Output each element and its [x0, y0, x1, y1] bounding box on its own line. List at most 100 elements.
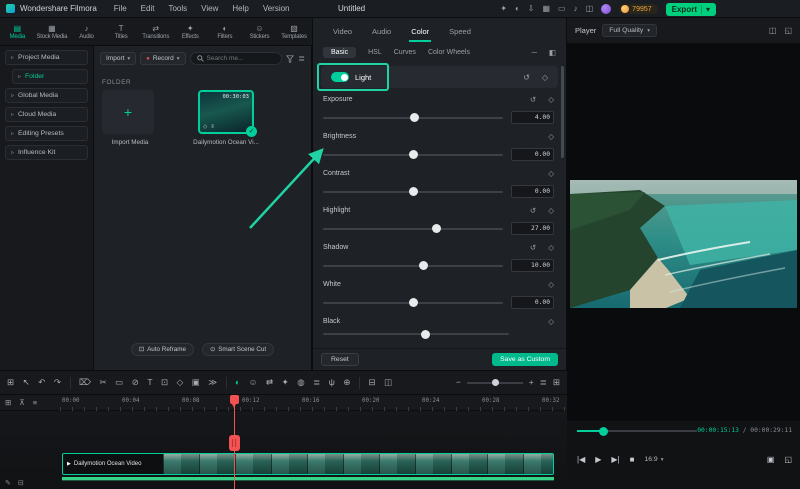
detach-player-icon[interactable]: ◱: [784, 26, 792, 35]
fit-timeline-icon[interactable]: ⊞: [553, 378, 560, 387]
split-screen-icon[interactable]: ⊟: [368, 378, 375, 387]
tab-stickers[interactable]: ☺ Stickers: [242, 24, 277, 40]
theme-icon[interactable]: ◐: [515, 5, 520, 13]
zoom-out-icon[interactable]: −: [456, 378, 461, 387]
export-button[interactable]: Export ▾: [665, 2, 716, 16]
slider-handle[interactable]: [410, 113, 420, 122]
keyframe-icon[interactable]: ◇: [548, 169, 554, 178]
tab-video[interactable]: Video: [333, 27, 352, 36]
delete-icon[interactable]: ⌦: [79, 378, 91, 387]
record-button[interactable]: ● Record ▾: [140, 52, 186, 65]
smart-scene-cut-button[interactable]: ⊙ Smart Scene Cut: [201, 343, 275, 356]
menu-view[interactable]: View: [201, 4, 218, 13]
quality-selector[interactable]: Full Quality ▾: [602, 24, 658, 37]
tab-filters[interactable]: ◐ Filters: [208, 24, 243, 40]
clip-filmstrip[interactable]: [163, 454, 553, 474]
auto-reframe-button[interactable]: ⊡ Auto Reframe: [130, 343, 194, 356]
keyframe-icon[interactable]: ◇: [548, 95, 554, 104]
download-icon[interactable]: ⇩: [528, 5, 535, 13]
menu-tools[interactable]: Tools: [168, 4, 187, 13]
filter-funnel-icon[interactable]: [286, 54, 295, 63]
dock-icon[interactable]: ◧: [549, 48, 556, 57]
play-icon[interactable]: ▶: [595, 455, 601, 464]
marker-icon[interactable]: ⊕: [343, 378, 350, 387]
subtab-hsl[interactable]: HSL: [368, 49, 382, 56]
tab-speed[interactable]: Speed: [449, 27, 471, 36]
keyframe-icon[interactable]: ◇: [177, 378, 184, 387]
sidebar-item-editing-presets[interactable]: ▹ Editing Presets: [5, 126, 88, 141]
pip-icon[interactable]: ⊡: [161, 378, 168, 387]
search-input[interactable]: [206, 55, 276, 62]
clip-tile[interactable]: 00:30:03 ◇ ⇩ ✓ Dailymotion Ocean Vi...: [193, 90, 259, 146]
sidebar-item-influence-kit[interactable]: ▹ Influence Kit: [5, 145, 88, 160]
subtab-basic[interactable]: Basic: [323, 46, 357, 58]
snap-icon[interactable]: ⊼: [19, 398, 25, 407]
playhead[interactable]: [229, 395, 240, 489]
slider-value[interactable]: 0.00: [511, 148, 554, 161]
slider-handle[interactable]: [408, 150, 418, 159]
tab-transitions[interactable]: ⇄ Transitions: [138, 24, 173, 40]
slider-value[interactable]: 27.00: [511, 222, 554, 235]
voiceover-icon[interactable]: ψ: [329, 378, 335, 387]
slider-track[interactable]: [323, 329, 509, 339]
text-icon[interactable]: T: [147, 378, 152, 387]
pointer-icon[interactable]: ↖: [23, 378, 30, 387]
tab-templates[interactable]: ▧ Templates: [277, 24, 312, 40]
ai-icon[interactable]: ✦: [500, 5, 507, 13]
tab-color[interactable]: Color: [409, 27, 432, 42]
subtab-color-wheels[interactable]: Color Wheels: [428, 49, 470, 56]
import-media-tile[interactable]: + Import Media: [102, 90, 158, 146]
workspace-icon[interactable]: ▦: [542, 5, 550, 13]
import-button[interactable]: Import ▾: [100, 52, 137, 65]
slider-handle[interactable]: [408, 298, 418, 307]
clip-thumbnail[interactable]: 00:30:03 ◇ ⇩ ✓: [198, 90, 257, 137]
keyframe-icon[interactable]: ◇: [548, 243, 554, 252]
sidebar-item-project-media[interactable]: ▹ Project Media: [5, 50, 88, 65]
tab-media[interactable]: ▤ Media: [0, 24, 35, 40]
search-box[interactable]: [189, 52, 283, 65]
color-correction-icon[interactable]: ◐: [235, 378, 240, 387]
reset-icon[interactable]: ↺: [523, 73, 530, 82]
sidebar-item-folder[interactable]: ▹ Folder: [12, 69, 88, 84]
playhead-head[interactable]: [230, 395, 239, 408]
playhead-grip[interactable]: [229, 435, 240, 451]
collapse-tracks-icon[interactable]: ⊟: [18, 479, 24, 487]
aspect-ratio-selector[interactable]: 16:9 ▾: [644, 456, 663, 463]
reset-icon[interactable]: ↺: [530, 243, 536, 252]
zoom-slider[interactable]: [466, 379, 523, 386]
sidebar-item-global-media[interactable]: ▹ Global Media: [5, 88, 88, 103]
menu-help[interactable]: Help: [232, 4, 248, 13]
view-list-icon[interactable]: ≣: [298, 54, 305, 63]
sidebar-item-cloud-media[interactable]: ▹ Cloud Media: [5, 107, 88, 122]
reset-icon[interactable]: ↺: [530, 206, 536, 215]
light-toggle[interactable]: [331, 72, 349, 82]
layout-icon[interactable]: ◫: [586, 5, 594, 13]
crop-icon[interactable]: ▭: [115, 378, 123, 387]
zoom-in-icon[interactable]: +: [529, 378, 534, 387]
transition-icon[interactable]: ⇄: [266, 378, 273, 387]
menu-edit[interactable]: Edit: [141, 4, 155, 13]
coins-badge[interactable]: 79957: [619, 4, 658, 14]
keyframe-icon[interactable]: ◇: [548, 280, 554, 289]
slider-handle[interactable]: [408, 187, 418, 196]
edit-tools-icon[interactable]: ✎: [5, 479, 11, 487]
more-t0ols-icon[interactable]: ≫: [208, 378, 217, 387]
audio-mixer-icon[interactable]: ≣: [313, 378, 320, 387]
keyframe-icon[interactable]: ◇: [548, 206, 554, 215]
slider-value[interactable]: 4.00: [511, 111, 554, 124]
redo-icon[interactable]: ↷: [54, 378, 61, 387]
tab-stock-media[interactable]: ▦ Stock Media: [35, 24, 70, 40]
add-media-icon[interactable]: ⊞: [7, 378, 14, 387]
layout-icon[interactable]: ◫: [384, 378, 392, 387]
time-ruler[interactable]: 00:00 00:04 00:08 00:12 00:16 00:20 00:2…: [60, 395, 567, 411]
zoom-slider-handle[interactable]: [491, 379, 499, 386]
slider-track[interactable]: [323, 224, 504, 233]
user-avatar[interactable]: [601, 4, 612, 14]
slider-track[interactable]: [323, 298, 504, 307]
speed-icon[interactable]: ⊘: [132, 378, 139, 387]
fullscreen-icon[interactable]: ◱: [784, 455, 792, 464]
split-view-icon[interactable]: ◫: [769, 26, 777, 35]
slider-handle[interactable]: [432, 224, 442, 233]
snapshot-icon[interactable]: ▣: [192, 378, 200, 387]
slider-handle[interactable]: [420, 329, 430, 339]
